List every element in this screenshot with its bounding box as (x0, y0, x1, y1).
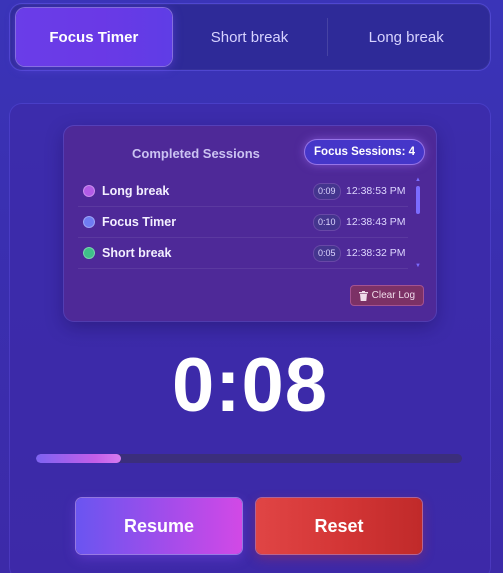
clear-log-button[interactable]: Clear Log (349, 285, 424, 306)
main-panel: Completed Sessions Focus Sessions: 4 Lon… (10, 104, 490, 573)
session-row: Short break 0:05 12:38:32 PM (78, 238, 408, 269)
pomodoro-app: Focus Timer Short break Long break Compl… (0, 0, 503, 573)
session-row: Long break 0:09 12:38:53 PM (78, 176, 408, 207)
session-list[interactable]: Long break 0:09 12:38:53 PM Focus Timer … (78, 176, 408, 269)
session-duration-badge: 0:05 (314, 245, 340, 261)
tab-short-break[interactable]: Short break (172, 8, 328, 66)
session-time: 12:38:43 PM (346, 216, 406, 228)
session-duration-badge: 0:10 (314, 214, 340, 230)
completed-sessions-card: Completed Sessions Focus Sessions: 4 Lon… (64, 126, 436, 321)
progress-bar (36, 454, 462, 463)
scroll-down-icon[interactable]: ▼ (415, 263, 421, 269)
sessions-header: Completed Sessions Focus Sessions: 4 (64, 140, 436, 164)
tab-focus-timer[interactable]: Focus Timer (16, 8, 172, 66)
scroll-up-icon[interactable]: ▲ (415, 177, 421, 183)
trash-icon (358, 290, 368, 301)
session-name: Focus Timer (102, 215, 177, 229)
reset-button[interactable]: Reset (256, 498, 422, 554)
focus-sessions-badge: Focus Sessions: 4 (305, 140, 424, 164)
progress-fill (36, 454, 122, 463)
sessions-title: Completed Sessions (132, 146, 260, 161)
session-color-dot (83, 247, 95, 259)
session-row: Focus Timer 0:10 12:38:43 PM (78, 207, 408, 238)
session-color-dot (83, 185, 95, 197)
scrollbar-thumb[interactable] (416, 186, 420, 214)
tab-long-break[interactable]: Long break (328, 8, 484, 66)
resume-button[interactable]: Resume (76, 498, 242, 554)
session-list-scrollbar[interactable]: ▲ ▼ (415, 177, 421, 269)
session-time: 12:38:32 PM (346, 247, 406, 259)
session-color-dot (83, 216, 95, 228)
session-time: 12:38:53 PM (346, 185, 406, 197)
timer-display: 0:08 (171, 343, 329, 428)
mode-tabs: Focus Timer Short break Long break (10, 4, 490, 70)
clear-log-label: Clear Log (371, 290, 415, 301)
session-duration-badge: 0:09 (314, 183, 340, 199)
session-name: Long break (102, 184, 170, 198)
session-name: Short break (102, 246, 172, 260)
